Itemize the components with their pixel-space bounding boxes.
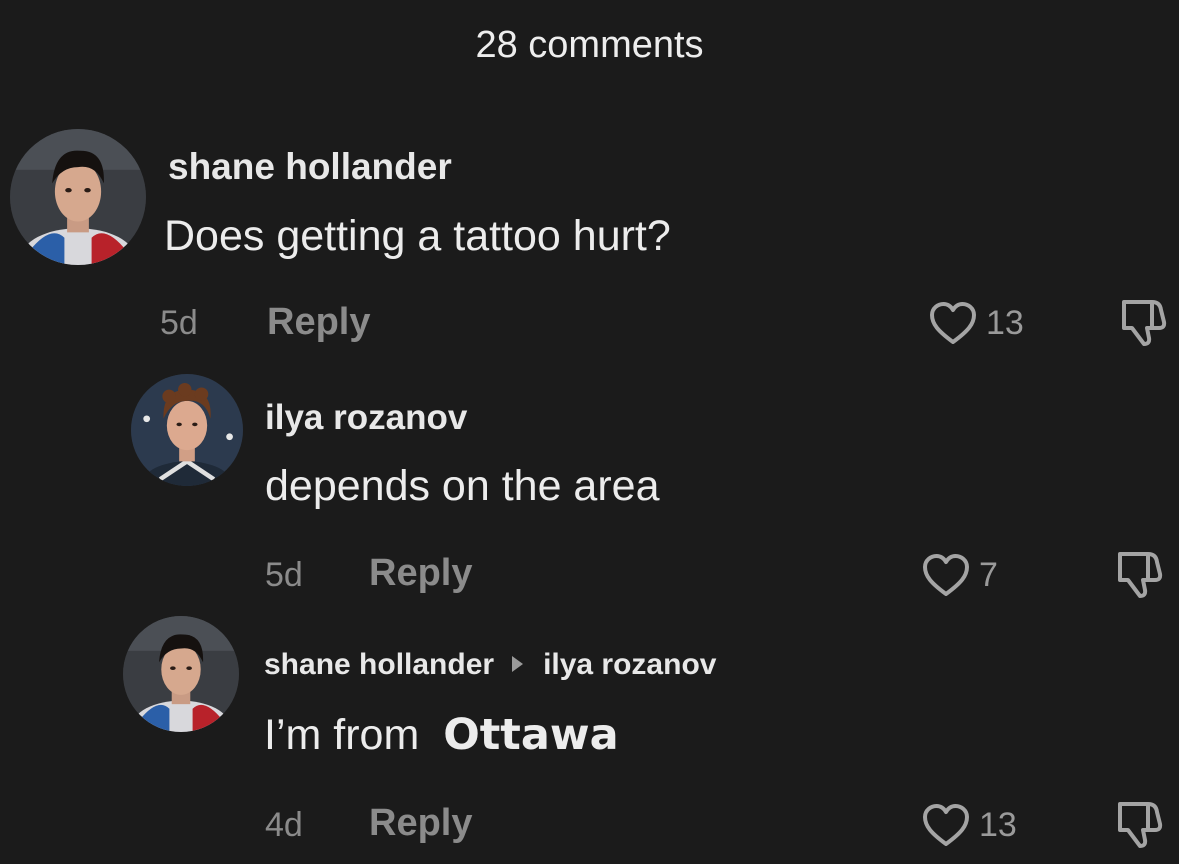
avatar-image [131,374,243,486]
heart-outline-icon [923,554,969,596]
like-count: 13 [979,805,1017,844]
comment-text: I’m from Ottawa [264,710,619,760]
comment-timestamp: 5d [265,556,303,594]
avatar[interactable] [131,374,243,486]
comment-username[interactable]: ilya rozanov [265,398,467,438]
reply-to-username[interactable]: ilya rozanov [543,648,716,681]
avatar-image [10,129,146,265]
comment-username[interactable]: shane hollander [264,648,494,681]
dislike-button[interactable] [1116,296,1170,355]
comment-text-bold: Ottawa [443,710,619,760]
like-count: 13 [986,303,1024,342]
thumbs-down-icon [1122,300,1167,346]
comment-text: Does getting a tattoo hurt? [164,212,671,260]
comment-text-prefix: I’m from [264,711,420,759]
comment-username[interactable]: shane hollander [168,146,452,188]
comment-username-line: shane hollander ilya rozanov [264,648,716,682]
avatar[interactable] [123,616,239,732]
heart-outline-icon [930,302,976,344]
comment-text: depends on the area [265,462,660,510]
comment-timestamp: 5d [160,304,198,342]
like-button[interactable]: 13 [928,300,1024,346]
comment-timestamp: 4d [265,806,303,844]
thumbs-down-icon [1118,802,1163,848]
reply-button[interactable]: Reply [369,802,472,845]
avatar-image [123,616,239,732]
dislike-button[interactable] [1112,798,1166,857]
avatar[interactable] [10,129,146,265]
reply-button[interactable]: Reply [369,552,472,595]
comments-count-title: 28 comments [475,24,704,66]
like-button[interactable]: 13 [921,802,1017,848]
dislike-button[interactable] [1112,548,1166,607]
thumbs-down-icon [1118,552,1163,598]
heart-outline-icon [923,804,969,846]
like-count: 7 [979,555,998,594]
reply-button[interactable]: Reply [267,301,370,344]
like-button[interactable]: 7 [921,552,998,598]
right-triangle-icon [512,656,524,673]
